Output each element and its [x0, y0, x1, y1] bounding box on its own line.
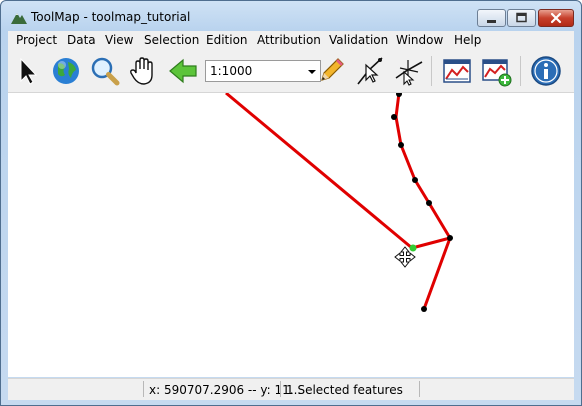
vertex[interactable]	[412, 177, 418, 183]
pan-tool-button[interactable]	[127, 54, 161, 88]
zoom-tool-button[interactable]	[88, 54, 122, 88]
menu-validation[interactable]: Validation	[329, 33, 388, 47]
status-divider	[143, 381, 144, 397]
magnifier-icon	[91, 57, 120, 86]
vertex[interactable]	[398, 142, 404, 148]
profile-chart-icon	[443, 59, 471, 83]
profile-add-icon	[482, 59, 512, 87]
menu-view[interactable]: View	[105, 33, 133, 47]
vertices	[391, 93, 453, 312]
selected-line-feature[interactable]	[394, 93, 453, 250]
vertex[interactable]	[421, 306, 427, 312]
selected-vertex[interactable]	[409, 244, 417, 252]
map-drawing[interactable]	[8, 93, 574, 377]
window-title: ToolMap - toolmap_tutorial	[31, 10, 191, 24]
toolbar-separator	[431, 56, 432, 86]
selection-count: 1 Selected features	[286, 383, 403, 397]
scale-value: 1:1000	[210, 64, 253, 78]
line-features[interactable]	[225, 93, 453, 310]
arrow-cursor-icon	[20, 57, 38, 85]
menu-selection[interactable]: Selection	[144, 33, 199, 47]
vertex[interactable]	[447, 235, 453, 241]
modify-tool-button[interactable]	[353, 54, 387, 88]
long-line-feature[interactable]	[225, 93, 413, 250]
zoom-full-tool-button[interactable]	[49, 54, 83, 88]
previous-zoom-button[interactable]	[166, 54, 200, 88]
coordinates-readout: x: 590707.2906 -- y: 11...	[149, 383, 302, 397]
menu-window[interactable]: Window	[396, 33, 443, 47]
green-back-arrow-icon	[169, 58, 197, 84]
minimize-icon	[487, 20, 496, 23]
close-icon	[550, 12, 562, 24]
status-divider	[419, 381, 420, 397]
add-profile-tool-button[interactable]	[479, 54, 513, 88]
menu-bar: Project Data View Selection Edition Attr…	[8, 31, 574, 50]
toolmap-logo-icon	[11, 13, 27, 24]
status-bar: x: 590707.2906 -- y: 11... 1 Selected fe…	[8, 378, 574, 400]
app-window: ToolMap - toolmap_tutorial Project Data …	[0, 0, 582, 406]
maximize-button[interactable]	[507, 9, 536, 27]
pencil-icon	[321, 58, 344, 81]
globe-icon	[53, 58, 79, 84]
draw-tool-button[interactable]	[314, 54, 348, 88]
status-divider	[280, 381, 281, 397]
toolbar-separator	[520, 56, 521, 86]
map-canvas[interactable]	[8, 93, 574, 377]
toolbar: 1:1000	[8, 50, 574, 93]
hand-icon	[130, 57, 153, 85]
menu-data[interactable]: Data	[67, 33, 96, 47]
menu-attribution[interactable]: Attribution	[257, 33, 321, 47]
menu-help[interactable]: Help	[454, 33, 481, 47]
vertex[interactable]	[391, 114, 397, 120]
vertex[interactable]	[396, 93, 402, 97]
cut-line-tool-button[interactable]	[392, 54, 426, 88]
title-bar[interactable]: ToolMap - toolmap_tutorial	[1, 1, 581, 31]
edit-vertex-icon	[357, 57, 383, 85]
close-button[interactable]	[538, 9, 574, 27]
scale-combobox[interactable]: 1:1000	[205, 60, 321, 82]
minimize-button[interactable]	[477, 9, 506, 27]
cut-line-icon	[395, 60, 423, 86]
branch-line-feature[interactable]	[422, 237, 452, 310]
info-icon	[531, 56, 561, 86]
maximize-icon	[516, 12, 527, 23]
profile-tool-button[interactable]	[440, 54, 474, 88]
vertex[interactable]	[426, 200, 432, 206]
select-tool-button[interactable]	[10, 54, 44, 88]
information-tool-button[interactable]	[529, 54, 563, 88]
menu-project[interactable]: Project	[16, 33, 57, 47]
menu-edition[interactable]: Edition	[206, 33, 248, 47]
